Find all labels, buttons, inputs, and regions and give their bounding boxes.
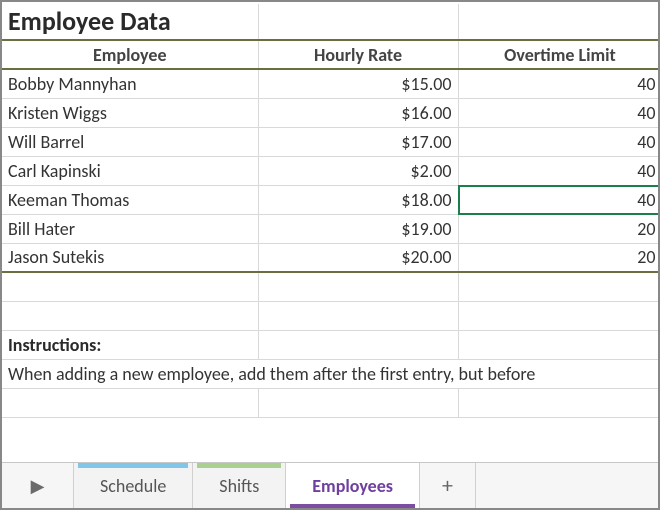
table-row[interactable]: Will Barrel $17.00 40 <box>2 127 658 156</box>
cell-name[interactable]: Bobby Mannyhan <box>2 69 258 98</box>
table-row[interactable]: Jason Sutekis $20.00 20 <box>2 243 658 272</box>
cell-limit-selected[interactable]: 40 <box>458 185 658 214</box>
table-row[interactable]: Bobby Mannyhan $15.00 40 <box>2 69 658 98</box>
table-row[interactable]: Keeman Thomas $18.00 40 <box>2 185 658 214</box>
col-header-rate[interactable]: Hourly Rate <box>258 40 458 69</box>
cell-limit[interactable]: 40 <box>458 127 658 156</box>
cell-limit[interactable]: 40 <box>458 69 658 98</box>
cell-name[interactable]: Bill Hater <box>2 214 258 243</box>
tab-color-bar <box>197 463 281 468</box>
tab-nav-button[interactable]: ▶ <box>2 463 74 508</box>
tab-shifts[interactable]: Shifts <box>193 463 286 508</box>
cell-name[interactable]: Will Barrel <box>2 127 258 156</box>
cell-name[interactable]: Kristen Wiggs <box>2 98 258 127</box>
cell-rate[interactable]: $20.00 <box>258 243 458 272</box>
cell-name[interactable]: Carl Kapinski <box>2 156 258 185</box>
tab-employees[interactable]: Employees <box>286 463 420 508</box>
employee-table: Employee Data Employee Hourly Rate Overt… <box>2 4 658 418</box>
cell-name[interactable]: Jason Sutekis <box>2 243 258 272</box>
tab-schedule[interactable]: Schedule <box>74 463 193 508</box>
table-row[interactable]: Carl Kapinski $2.00 40 <box>2 156 658 185</box>
cell-rate[interactable]: $17.00 <box>258 127 458 156</box>
selection-outline <box>458 185 659 215</box>
cell-limit[interactable]: 20 <box>458 214 658 243</box>
tab-label: Employees <box>312 475 393 497</box>
cell-name[interactable]: Keeman Thomas <box>2 185 258 214</box>
instructions-text[interactable]: When adding a new employee, add them aft… <box>2 359 658 388</box>
sheet-tabstrip: ▶ Schedule Shifts Employees + <box>2 462 658 508</box>
cell-rate[interactable]: $18.00 <box>258 185 458 214</box>
cell-rate[interactable]: $19.00 <box>258 214 458 243</box>
tab-color-bar <box>78 463 188 468</box>
cell-rate[interactable]: $16.00 <box>258 98 458 127</box>
cell-limit-value: 40 <box>637 189 655 211</box>
tab-label: Shifts <box>219 475 259 497</box>
tab-color-bar <box>290 504 415 508</box>
tab-label: Schedule <box>100 475 166 497</box>
cell-rate[interactable]: $2.00 <box>258 156 458 185</box>
play-icon: ▶ <box>31 475 45 497</box>
plus-icon: + <box>442 472 453 499</box>
cell-limit[interactable]: 40 <box>458 156 658 185</box>
cell-rate[interactable]: $15.00 <box>258 69 458 98</box>
table-row[interactable]: Bill Hater $19.00 20 <box>2 214 658 243</box>
table-row[interactable]: Kristen Wiggs $16.00 40 <box>2 98 658 127</box>
col-header-employee[interactable]: Employee <box>2 40 258 69</box>
add-sheet-button[interactable]: + <box>420 463 476 508</box>
col-header-limit[interactable]: Overtime Limit <box>458 40 658 69</box>
page-title: Employee Data <box>2 4 258 40</box>
tabstrip-spacer <box>476 463 658 508</box>
cell-limit[interactable]: 40 <box>458 98 658 127</box>
spreadsheet-grid[interactable]: Employee Data Employee Hourly Rate Overt… <box>2 2 658 462</box>
instructions-label[interactable]: Instructions: <box>2 330 258 359</box>
cell-limit[interactable]: 20 <box>458 243 658 272</box>
